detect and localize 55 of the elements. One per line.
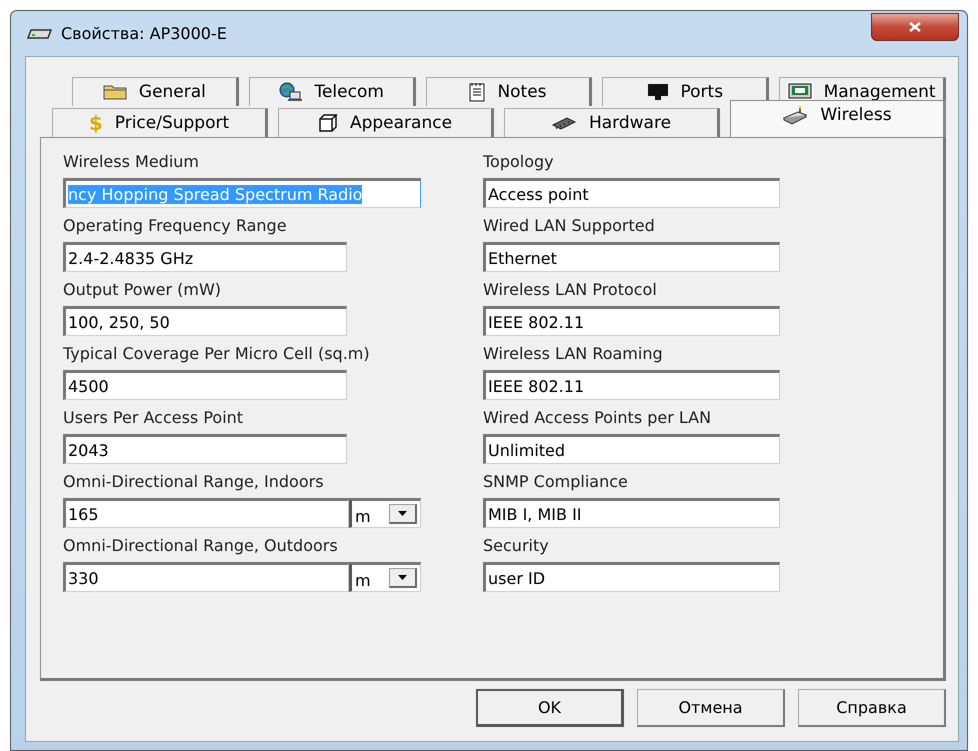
field-label: Topology <box>483 152 555 171</box>
dialog-button[interactable]: Отмена <box>637 689 785 727</box>
text-field[interactable]: 2.4-2.4835 GHz <box>63 242 347 272</box>
tab[interactable]: General <box>72 77 239 106</box>
field-label: Wired Access Points per LAN <box>483 408 712 427</box>
tab[interactable]: Telecom <box>248 77 416 106</box>
field-label: Wired LAN Supported <box>483 216 656 235</box>
close-button[interactable] <box>871 12 959 40</box>
monitor-icon <box>646 83 668 101</box>
text-field[interactable]: MIB I, MIB II <box>483 498 780 528</box>
field-label: Omni-Directional Range, Indoors <box>63 472 325 491</box>
tab[interactable]: $ Price/Support <box>52 108 268 137</box>
field-label: Wireless Medium <box>63 152 200 171</box>
folder-icon <box>102 84 127 100</box>
field-label: Users Per Access Point <box>63 408 244 427</box>
unit-dropdown[interactable]: m <box>349 498 421 528</box>
dialog-button[interactable]: Справка <box>798 689 946 727</box>
text-field[interactable]: IEEE 802.11 <box>483 306 780 336</box>
field-label: Operating Frequency Range <box>63 216 288 235</box>
field-label: Wireless LAN Protocol <box>483 280 658 299</box>
computer-screen-icon <box>788 83 812 101</box>
cube-icon <box>318 113 338 133</box>
tab[interactable]: Notes <box>426 77 592 106</box>
text-field[interactable]: 4500 <box>63 370 347 400</box>
notepad-icon <box>469 82 486 102</box>
router-icon <box>27 28 53 40</box>
field-label: Typical Coverage Per Micro Cell (sq.m) <box>63 344 371 363</box>
field-label: SNMP Compliance <box>483 472 629 491</box>
text-field[interactable]: 100, 250, 50 <box>63 306 347 336</box>
dropdown-arrow-icon <box>398 575 407 580</box>
text-field[interactable]: 2043 <box>63 434 347 464</box>
chip-icon <box>550 116 577 130</box>
dialog-button[interactable]: OK <box>476 689 624 727</box>
field-label: Wireless LAN Roaming <box>483 344 664 363</box>
field-label: Omni-Directional Range, Outdoors <box>63 536 339 555</box>
field-label: Output Power (mW) <box>63 280 222 299</box>
tab[interactable]: Hardware <box>504 108 720 137</box>
text-field[interactable]: Ethernet <box>483 242 780 272</box>
tab[interactable]: Appearance <box>278 108 494 137</box>
dropdown-arrow-icon <box>398 511 407 516</box>
unit-dropdown[interactable]: m <box>349 562 421 592</box>
tab[interactable]: Ports <box>602 77 770 106</box>
tab[interactable]: Wireless <box>730 100 946 137</box>
text-field[interactable]: IEEE 802.11 <box>483 370 780 400</box>
text-field[interactable]: 165 <box>63 498 349 528</box>
globe-computer-icon <box>278 82 302 102</box>
field-label: Security <box>483 536 550 555</box>
text-field[interactable]: Access point <box>483 178 780 208</box>
close-icon <box>909 22 921 32</box>
window-title: Свойства: AP3000-E <box>61 24 228 43</box>
text-field[interactable]: 330 <box>63 562 349 592</box>
router-icon <box>782 105 808 125</box>
text-field[interactable]: user ID <box>483 562 780 592</box>
dollar-symbol: $ <box>88 111 103 135</box>
text-field[interactable]: Unlimited <box>483 434 780 464</box>
